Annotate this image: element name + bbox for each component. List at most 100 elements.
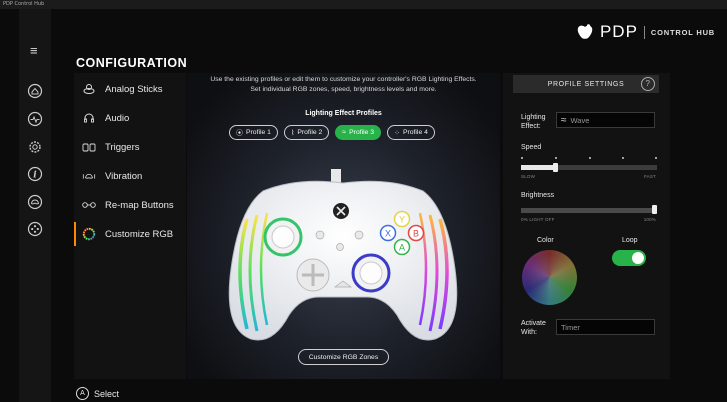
a-button-icon: A xyxy=(76,387,89,400)
profile-settings-panel: PROFILE SETTINGS ? Lighting Effect: ≈ Wa… xyxy=(503,73,670,379)
speed-step-dot xyxy=(589,157,591,159)
wave-icon: ≈ xyxy=(561,114,567,126)
profile-label: Profile 3 xyxy=(349,129,375,136)
window-title: PDP Control Hub xyxy=(3,1,45,7)
profile-2-icon: ⌇ xyxy=(290,129,295,137)
menu-item-remap-buttons[interactable]: Re-map Buttons xyxy=(82,196,174,214)
color-label: Color xyxy=(537,237,554,244)
svg-text:A: A xyxy=(399,243,405,253)
rgb-center-panel: Use the existing profiles or edit them t… xyxy=(187,73,500,379)
speed-fill xyxy=(521,165,555,170)
lighting-effect-label: Lighting Effect: xyxy=(521,113,546,131)
brightness-label: Brightness xyxy=(521,192,555,199)
pdp-logo-icon xyxy=(577,24,593,39)
activate-with-value: Timer xyxy=(561,322,580,332)
brand-divider xyxy=(643,25,645,39)
speed-step-dot xyxy=(555,157,557,159)
menu-item-label: Customize RGB xyxy=(105,228,174,240)
help-icon[interactable]: ? xyxy=(641,77,655,91)
speed-step-dot xyxy=(521,157,523,159)
remap-icon xyxy=(82,198,96,212)
brightness-max-label: 100% xyxy=(643,217,656,222)
analog-stick-icon xyxy=(82,82,96,96)
icon-rail: ≡ i xyxy=(19,9,51,402)
controller-icon[interactable] xyxy=(27,194,43,210)
left-stick xyxy=(271,225,295,249)
menu-icon[interactable]: ≡ xyxy=(30,43,38,58)
menu-button xyxy=(354,230,364,240)
profile-3-icon: ≈ xyxy=(342,129,347,136)
menu-item-analog-sticks[interactable]: Analog Sticks xyxy=(82,80,163,98)
loop-toggle-knob xyxy=(632,252,644,264)
profile-1-button[interactable]: ⦿ Profile 1 xyxy=(229,125,278,140)
menu-item-label: Vibration xyxy=(105,170,143,182)
profiles-title: Lighting Effect Profiles xyxy=(305,110,382,117)
home-icon[interactable] xyxy=(27,83,43,99)
brightness-knob[interactable] xyxy=(652,205,657,214)
svg-text:B: B xyxy=(413,229,419,239)
view-button xyxy=(315,230,325,240)
brand-hub-text: CONTROL HUB xyxy=(650,27,715,37)
profile-settings-header: PROFILE SETTINGS ? xyxy=(513,75,659,93)
menu-item-label: Audio xyxy=(105,112,130,124)
rgb-ring-icon xyxy=(82,227,96,241)
menu-item-audio[interactable]: Audio xyxy=(82,109,129,127)
svg-text:i: i xyxy=(33,171,37,181)
speed-label: Speed xyxy=(521,144,542,151)
dpad-icon[interactable] xyxy=(27,221,43,237)
lighting-label-line-2: Effect: xyxy=(521,123,541,130)
speed-max-label: FAST xyxy=(643,174,656,179)
profile-4-icon: ⁘ xyxy=(394,129,400,137)
menu-item-triggers[interactable]: Triggers xyxy=(82,138,140,156)
menu-item-label: Triggers xyxy=(105,141,140,153)
lighting-effect-select[interactable]: ≈ Wave xyxy=(556,112,655,128)
brightness-track xyxy=(521,208,657,213)
profile-3-button[interactable]: ≈ Profile 3 xyxy=(335,125,382,140)
brand-logo-text: PDP xyxy=(599,22,638,41)
menu-item-label: Analog Sticks xyxy=(105,83,163,95)
description-line-2: Set individual RGB zones, speed, brightn… xyxy=(250,86,437,93)
triggers-icon xyxy=(82,140,96,154)
svg-text:Y: Y xyxy=(399,215,405,225)
profile-label: Profile 4 xyxy=(402,129,428,136)
info-icon[interactable]: i xyxy=(27,166,43,182)
activate-label-line-2: With: xyxy=(521,329,537,336)
brightness-min-label: 0% LIGHT OFF xyxy=(521,217,555,222)
activate-label-line-1: Activate xyxy=(521,320,546,327)
speed-step-dot xyxy=(655,157,657,159)
window-titlebar: PDP Control Hub xyxy=(0,0,727,9)
activate-with-select[interactable]: Timer xyxy=(556,319,655,335)
profile-selector: ⦿ Profile 1 ⌇ Profile 2 ≈ Profile 3 ⁘ Profil… xyxy=(229,125,435,140)
pulse-icon[interactable] xyxy=(27,111,43,127)
color-wheel[interactable] xyxy=(522,250,577,305)
headset-icon xyxy=(82,111,96,125)
lighting-label-line-1: Lighting xyxy=(521,114,546,121)
lighting-effect-value: Wave xyxy=(570,115,590,125)
profile-4-button[interactable]: ⁘ Profile 4 xyxy=(387,125,435,140)
speed-step-dot xyxy=(622,157,624,159)
controller-illustration: Y X B A xyxy=(228,169,458,341)
gear-icon[interactable] xyxy=(27,139,43,155)
menu-item-customize-rgb[interactable]: Customize RGB xyxy=(73,222,174,246)
menu-item-vibration[interactable]: Vibration xyxy=(82,167,142,185)
rgb-description: Use the existing profiles or edit them t… xyxy=(187,75,500,95)
speed-min-label: SLOW xyxy=(521,174,536,179)
profile-label: Profile 2 xyxy=(297,129,323,136)
activate-with-label: Activate With: xyxy=(521,319,546,337)
footer-select-label: Select xyxy=(94,388,120,399)
footer-hint: A Select xyxy=(76,387,119,400)
profile-label: Profile 1 xyxy=(246,129,271,136)
profile-2-button[interactable]: ⌇ Profile 2 xyxy=(283,125,330,140)
loop-label: Loop xyxy=(622,237,638,244)
right-stick xyxy=(359,261,383,285)
profile-settings-title: PROFILE SETTINGS xyxy=(547,80,625,88)
loop-toggle[interactable] xyxy=(612,250,646,266)
config-menu: Analog Sticks Audio Triggers Vibration R… xyxy=(73,73,186,379)
speed-knob[interactable] xyxy=(553,163,558,172)
customize-rgb-zones-button[interactable]: Customize RGB Zones xyxy=(298,349,389,365)
brand-header: PDP CONTROL HUB xyxy=(576,22,715,42)
description-line-1: Use the existing profiles or edit them t… xyxy=(210,76,477,83)
profile-1-icon: ⦿ xyxy=(236,129,243,137)
vibration-icon xyxy=(82,169,96,183)
share-button xyxy=(336,243,344,251)
